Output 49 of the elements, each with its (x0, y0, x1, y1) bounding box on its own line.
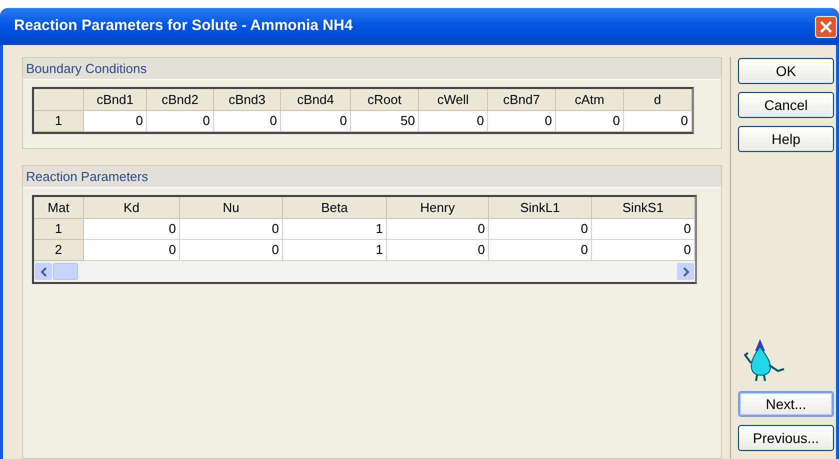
table-cell[interactable]: 0 (419, 111, 488, 132)
table-cell[interactable]: 0 (180, 219, 283, 240)
column-header: cBnd2 (147, 89, 214, 111)
table-cell[interactable]: 0 (387, 219, 489, 240)
header-cell: Mat (34, 197, 84, 219)
column-header: Nu (180, 197, 283, 219)
table-cell[interactable]: 0 (624, 111, 692, 132)
row-header: 1 (34, 219, 84, 240)
column-header: d (624, 89, 692, 111)
row-header: 1 (34, 111, 84, 132)
column-header: Kd (84, 197, 180, 219)
column-header: cAtm (556, 89, 624, 111)
close-icon (820, 20, 832, 32)
dialog-button[interactable]: Help (738, 126, 834, 152)
window-title: Reaction Parameters for Solute - Ammonia NH4 (14, 16, 353, 36)
column-header: Beta (283, 197, 387, 219)
close-button[interactable] (815, 16, 837, 38)
table-cell[interactable]: 0 (556, 111, 624, 132)
group-title: Boundary Conditions (23, 58, 721, 80)
table-cell[interactable]: 0 (281, 111, 351, 132)
dialog-button[interactable]: Previous... (738, 425, 834, 451)
group-title: Reaction Parameters (23, 166, 721, 188)
table-cell[interactable]: 0 (489, 219, 592, 240)
header-cell (34, 89, 84, 111)
dialog-button[interactable]: Next... (738, 391, 834, 417)
column-header: Henry (387, 197, 489, 219)
dialog-button[interactable]: Cancel (738, 92, 834, 118)
table-cell[interactable]: 0 (84, 111, 147, 132)
table-cell[interactable]: 0 (488, 111, 556, 132)
row-header: 2 (34, 240, 84, 261)
horizontal-scrollbar[interactable] (34, 261, 695, 282)
table-cell[interactable]: 0 (214, 111, 281, 132)
table-cell[interactable]: 1 (283, 219, 387, 240)
table-cell[interactable]: 50 (351, 111, 419, 132)
column-header: cBnd7 (488, 89, 556, 111)
column-header: cBnd4 (281, 89, 351, 111)
scroll-thumb[interactable] (53, 263, 78, 280)
table-cell[interactable]: 0 (592, 219, 695, 240)
dialog-button[interactable]: OK (738, 58, 834, 84)
column-header: SinkL1 (489, 197, 592, 219)
table-cell[interactable]: 0 (84, 219, 180, 240)
scroll-left-icon[interactable] (35, 263, 52, 280)
scroll-right-icon[interactable] (677, 263, 694, 280)
table-cell[interactable]: 0 (147, 111, 214, 132)
column-header: cBnd1 (84, 89, 147, 111)
column-header: SinkS1 (592, 197, 695, 219)
column-header: cRoot (351, 89, 419, 111)
column-header: cWell (419, 89, 488, 111)
column-header: cBnd3 (214, 89, 281, 111)
